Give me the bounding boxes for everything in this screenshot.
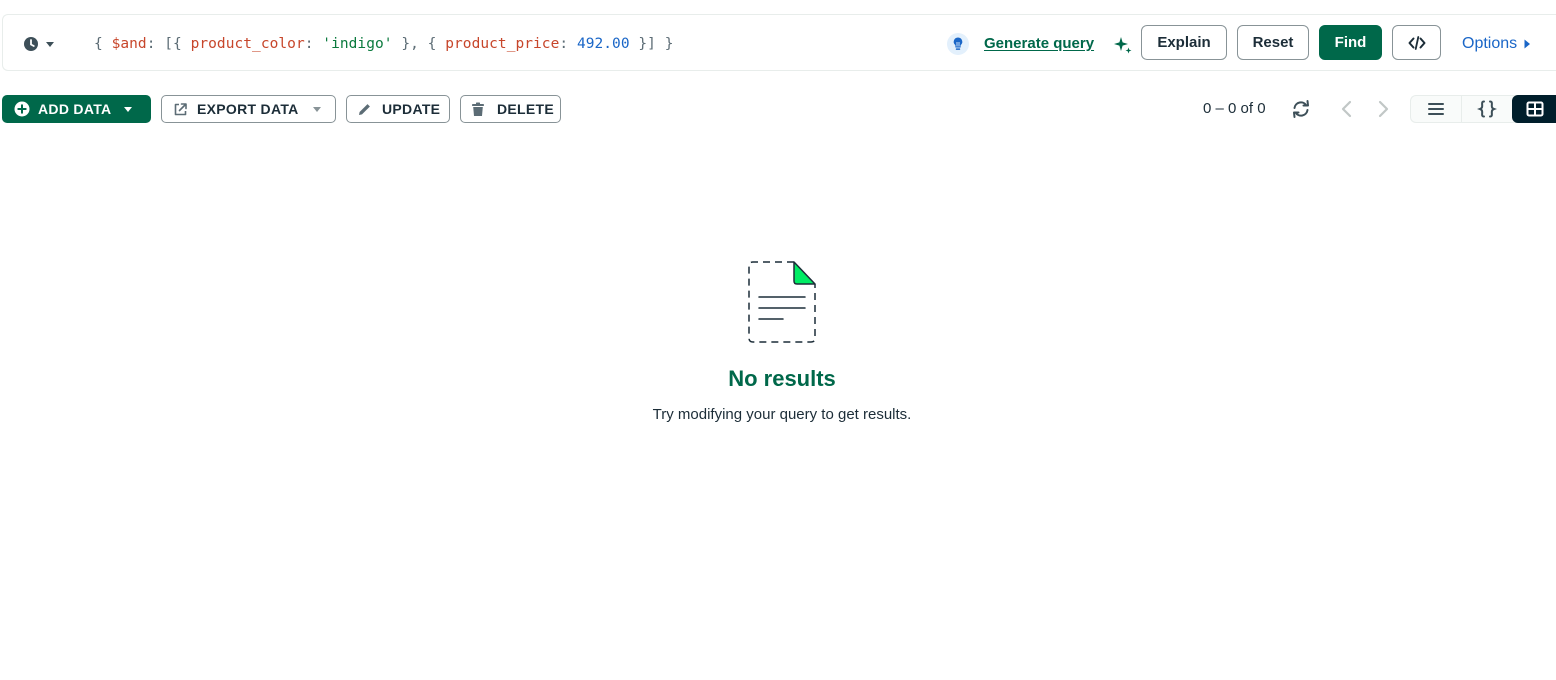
export-to-language-button[interactable] xyxy=(1392,25,1441,60)
caret-right-icon xyxy=(1524,39,1531,49)
options-toggle[interactable]: Options xyxy=(1462,33,1531,55)
pencil-icon xyxy=(359,103,370,115)
trash-icon xyxy=(472,102,484,116)
query-token: $and xyxy=(111,36,147,52)
empty-state-subtitle: Try modifying your query to get results. xyxy=(652,406,912,423)
caret-down-icon xyxy=(124,107,133,112)
update-label: UPDATE xyxy=(382,101,441,117)
query-token: 'indigo' xyxy=(322,36,393,52)
query-token: : [{ xyxy=(146,36,191,52)
clock-icon xyxy=(24,37,38,51)
export-data-button[interactable]: EXPORT DATA xyxy=(161,95,336,123)
list-view-button[interactable] xyxy=(1411,96,1461,122)
query-token: product_color xyxy=(190,36,305,52)
query-token: : xyxy=(304,36,323,52)
delete-button[interactable]: DELETE xyxy=(460,95,561,123)
caret-down-icon xyxy=(46,42,54,47)
reset-button[interactable]: Reset xyxy=(1237,25,1309,60)
caret-down-icon xyxy=(312,107,321,112)
query-token: : xyxy=(559,36,577,52)
add-data-button[interactable]: ADD DATA xyxy=(2,95,151,123)
export-icon xyxy=(174,102,187,115)
query-token: product_price xyxy=(445,36,560,52)
chevron-right-icon[interactable] xyxy=(1373,99,1393,119)
plus-circle-icon xyxy=(14,101,30,117)
list-icon xyxy=(1428,103,1444,115)
export-data-label: EXPORT DATA xyxy=(197,101,299,117)
json-view-button[interactable] xyxy=(1461,96,1512,122)
query-bar: { $and: [{ product_color: 'indigo' }, { … xyxy=(2,14,1556,71)
table-icon xyxy=(1526,101,1543,117)
generate-query-link[interactable]: Generate query xyxy=(984,33,1094,55)
explain-button[interactable]: Explain xyxy=(1141,25,1227,60)
query-input[interactable]: { $and: [{ product_color: 'indigo' }, { … xyxy=(94,33,674,55)
view-toggle xyxy=(1410,95,1556,123)
curly-braces-icon xyxy=(1477,100,1497,118)
query-history-button[interactable] xyxy=(23,34,63,54)
options-label: Options xyxy=(1462,35,1518,52)
add-data-label: ADD DATA xyxy=(38,101,112,117)
code-icon xyxy=(1408,35,1425,50)
pagination-range: 0 – 0 of 0 xyxy=(1203,100,1266,117)
lightbulb-icon xyxy=(947,33,969,55)
refresh-icon[interactable] xyxy=(1290,98,1312,120)
delete-label: DELETE xyxy=(497,101,555,117)
sparkle-icon xyxy=(1114,37,1132,54)
empty-document-icon xyxy=(748,261,816,343)
empty-state-title: No results xyxy=(728,366,836,391)
query-token: 492.00 xyxy=(576,36,630,52)
update-button[interactable]: UPDATE xyxy=(346,95,450,123)
query-token: { xyxy=(94,36,112,52)
query-token: }] } xyxy=(629,36,674,52)
query-token: }, { xyxy=(392,36,446,52)
chevron-left-icon[interactable] xyxy=(1337,99,1357,119)
table-view-button[interactable] xyxy=(1512,95,1556,123)
find-button[interactable]: Find xyxy=(1319,25,1382,60)
